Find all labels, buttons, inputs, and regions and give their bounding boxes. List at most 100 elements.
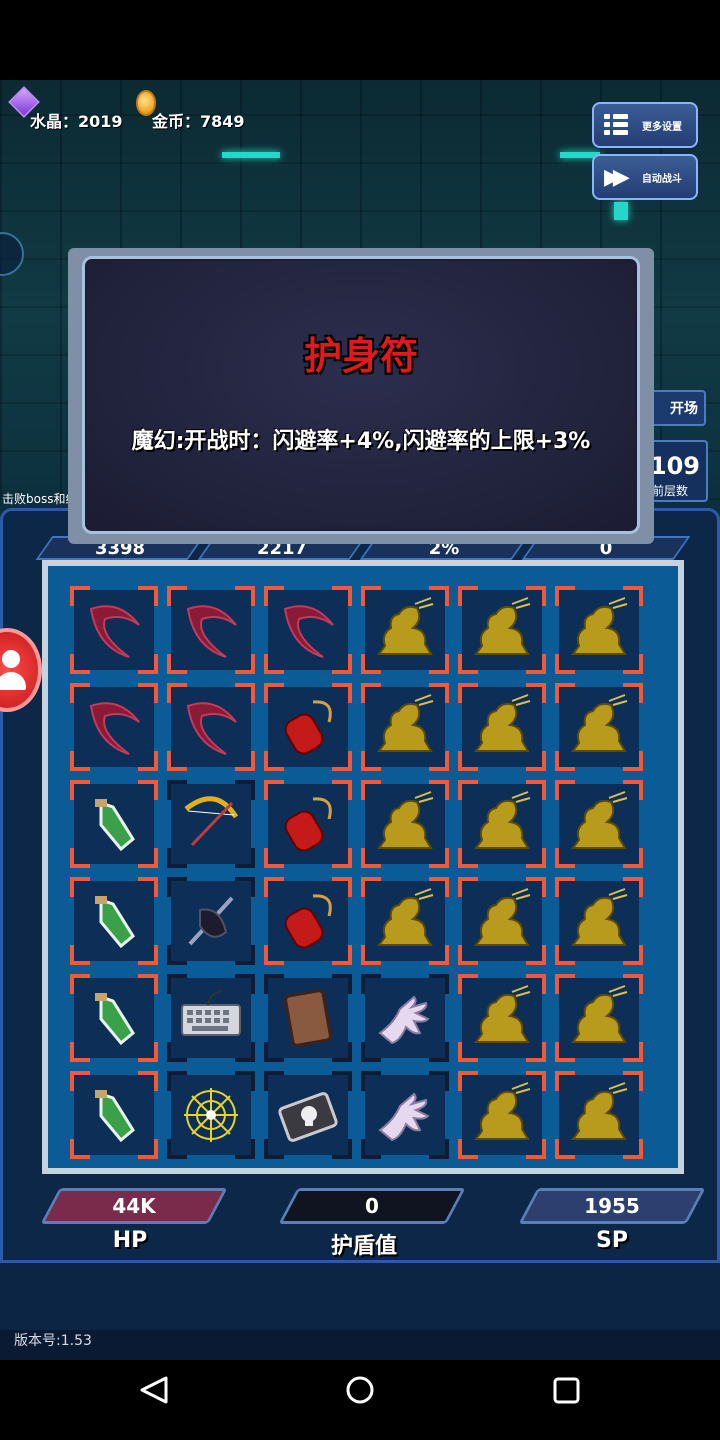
hp-bar: 44K [40, 1188, 228, 1224]
crystal-counter: 水晶：2019 [30, 112, 123, 131]
inventory-slot[interactable] [256, 1063, 353, 1160]
inventory-slot[interactable] [547, 578, 644, 675]
golden-bow-icon [173, 786, 249, 862]
inventory-grid [62, 578, 658, 1160]
inventory-slot[interactable] [159, 1063, 256, 1160]
nav-icons [140, 1376, 580, 1404]
shield-bar: 0 [278, 1188, 466, 1224]
inventory-slot[interactable] [159, 966, 256, 1063]
golden-dragon-icon [367, 592, 443, 668]
inventory-slot[interactable] [62, 675, 159, 772]
white-glove-icon [367, 980, 443, 1056]
bottom-panel [0, 1260, 720, 1330]
inventory-slot[interactable] [547, 772, 644, 869]
green-potion-icon [76, 980, 152, 1056]
item-tooltip-popup: 护身符 魔幻:开战时：闪避率+4%,闪避率的上限+3% [68, 248, 654, 544]
list-icon [604, 114, 628, 136]
inventory-slot[interactable] [62, 869, 159, 966]
sp-bar: 1955 [518, 1188, 706, 1224]
keyboard-icon [173, 980, 249, 1056]
back-icon[interactable] [140, 1376, 168, 1404]
scythe-icon [76, 689, 152, 765]
inventory-slot[interactable] [450, 772, 547, 869]
inventory-slot[interactable] [547, 869, 644, 966]
person-icon [2, 650, 20, 668]
inventory-slot[interactable] [450, 966, 547, 1063]
red-amulet-icon [270, 689, 346, 765]
game-screen: 水晶：2019 金币：7849 更多设置 ▶▶ 自动战斗 开场 109 前层数 … [0, 80, 720, 1360]
inventory-slot[interactable] [450, 869, 547, 966]
green-potion-icon [76, 786, 152, 862]
inventory-slot[interactable] [547, 675, 644, 772]
scythe-icon [173, 689, 249, 765]
auto-battle-label: 自动战斗 [641, 173, 682, 185]
scythe-icon [76, 592, 152, 668]
golden-dragon-icon [367, 689, 443, 765]
inventory-slot[interactable] [547, 966, 644, 1063]
home-icon[interactable] [346, 1376, 374, 1404]
dark-sword-icon [173, 883, 249, 959]
sp-value: 1955 [584, 1194, 640, 1218]
inventory-board [42, 560, 684, 1174]
skull-book-icon [270, 1077, 346, 1153]
golden-dragon-icon [464, 980, 540, 1056]
green-potion-icon [76, 883, 152, 959]
inventory-slot[interactable] [159, 869, 256, 966]
more-settings-button[interactable]: 更多设置 [592, 102, 698, 148]
inventory-slot[interactable] [256, 966, 353, 1063]
inventory-slot[interactable] [353, 869, 450, 966]
more-settings-label: 更多设置 [642, 121, 682, 133]
inventory-slot[interactable] [450, 675, 547, 772]
hp-label: HP [112, 1228, 148, 1253]
sp-label: SP [596, 1228, 628, 1253]
tooltip-panel: 护身符 魔幻:开战时：闪避率+4%,闪避率的上限+3% [82, 256, 640, 534]
inventory-slot[interactable] [353, 1063, 450, 1160]
navigation-bar [0, 1360, 720, 1440]
inventory-slot[interactable] [256, 772, 353, 869]
golden-dragon-icon [464, 592, 540, 668]
inventory-slot[interactable] [62, 578, 159, 675]
white-glove-icon [367, 1077, 443, 1153]
inventory-slot[interactable] [62, 772, 159, 869]
inventory-slot[interactable] [62, 966, 159, 1063]
golden-dragon-icon [464, 689, 540, 765]
inventory-slot[interactable] [353, 578, 450, 675]
golden-dragon-icon [464, 786, 540, 862]
scythe-icon [173, 592, 249, 668]
inventory-slot[interactable] [256, 869, 353, 966]
boss-note: 击败boss和约 [2, 492, 78, 506]
golden-dragon-icon [561, 689, 637, 765]
opening-button[interactable]: 开场 [646, 390, 706, 426]
scythe-icon [270, 592, 346, 668]
auto-battle-button[interactable]: ▶▶ 自动战斗 [592, 154, 698, 200]
recent-apps-icon[interactable] [553, 1377, 580, 1404]
hp-value: 44K [112, 1194, 156, 1218]
inventory-slot[interactable] [159, 578, 256, 675]
inventory-slot[interactable] [353, 772, 450, 869]
floor-label: 前层数 [651, 484, 688, 498]
golden-dragon-icon [464, 883, 540, 959]
inventory-slot[interactable] [353, 966, 450, 1063]
background-light [222, 152, 280, 158]
golden-dragon-icon [464, 1077, 540, 1153]
golden-dragon-icon [561, 883, 637, 959]
red-amulet-icon [270, 786, 346, 862]
inventory-slot[interactable] [450, 1063, 547, 1160]
inventory-slot[interactable] [159, 675, 256, 772]
inventory-slot[interactable] [62, 1063, 159, 1160]
inventory-slot[interactable] [547, 1063, 644, 1160]
person-icon-body [0, 672, 26, 690]
background-light [614, 202, 628, 220]
inventory-slot[interactable] [353, 675, 450, 772]
version-text: 版本号:1.53 [14, 1333, 92, 1349]
leather-book-icon [270, 980, 346, 1056]
inventory-slot[interactable] [256, 675, 353, 772]
shield-label: 护盾值 [330, 1234, 397, 1259]
inventory-slot[interactable] [256, 578, 353, 675]
inventory-slot[interactable] [159, 772, 256, 869]
golden-dragon-icon [561, 786, 637, 862]
inventory-slot[interactable] [450, 578, 547, 675]
shield-value: 0 [365, 1194, 379, 1218]
floor-counter: 109 前层数 [646, 440, 708, 502]
gold-counter: 金币：7849 [152, 112, 245, 131]
